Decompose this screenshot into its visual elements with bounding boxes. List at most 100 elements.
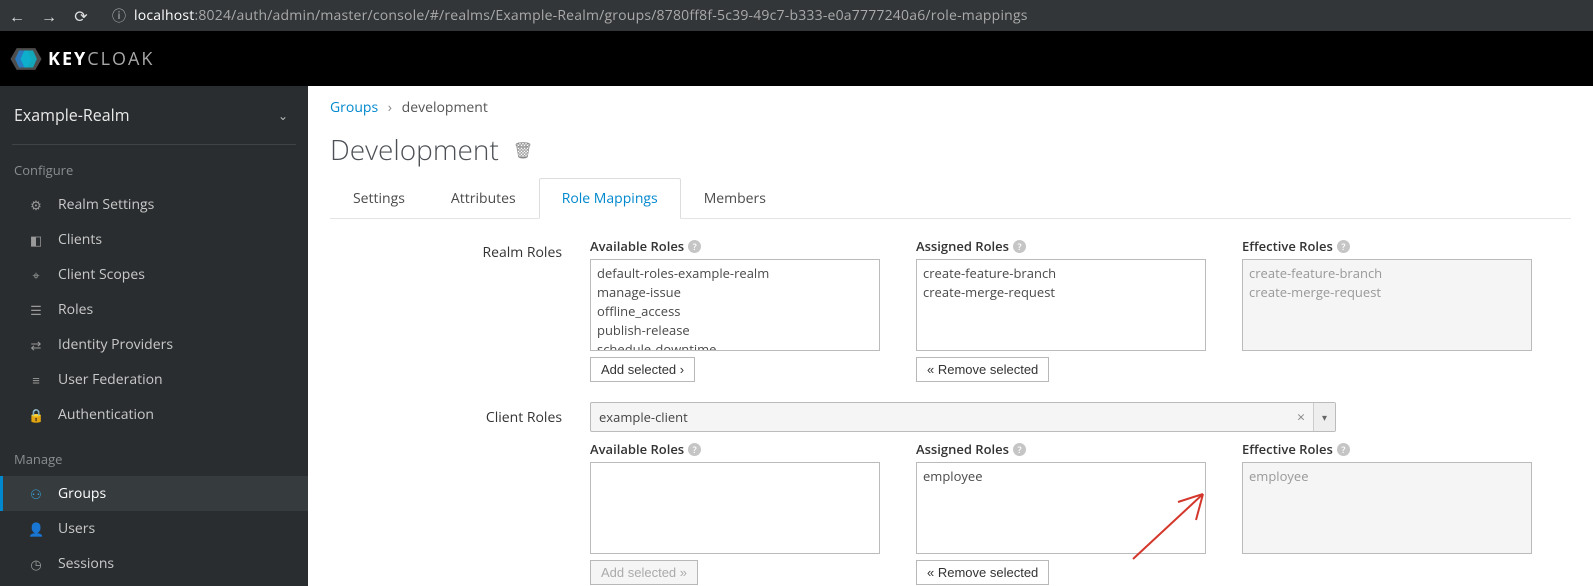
scope-icon: ⌖: [28, 266, 44, 284]
group-icon: ⚇: [28, 485, 44, 503]
sidebar-item-clients[interactable]: ◧Clients: [0, 222, 308, 257]
browser-toolbar: ← → ⟳ ⓘ localhost:8024/auth/admin/master…: [0, 0, 1593, 31]
role-option: employee: [1249, 467, 1525, 486]
back-button[interactable]: ←: [8, 5, 26, 27]
lock-icon: 🔒: [28, 406, 44, 424]
url-host: localhost: [134, 6, 194, 25]
logo[interactable]: KEYCLOAK: [10, 45, 154, 73]
sidebar-item-label: User Federation: [58, 370, 163, 389]
role-option[interactable]: publish-release: [597, 321, 873, 340]
sidebar-item-events[interactable]: 📅Events: [0, 581, 308, 586]
site-info-icon[interactable]: ⓘ: [112, 6, 126, 26]
realm-available-listbox[interactable]: default-roles-example-realmmanage-issueo…: [590, 259, 880, 351]
sidebar: Example-Realm ⌄ Configure ⚙Realm Setting…: [0, 86, 308, 586]
sidebar-item-label: Realm Settings: [58, 195, 154, 214]
database-icon: ≡: [28, 371, 44, 389]
realm-assigned-listbox[interactable]: create-feature-branchcreate-merge-reques…: [916, 259, 1206, 351]
client-effective-block: Effective Roles? employee: [1242, 440, 1532, 585]
sidebar-item-identity-providers[interactable]: ⇄Identity Providers: [0, 327, 308, 362]
realm-selector[interactable]: Example-Realm ⌄: [0, 86, 308, 140]
role-option: create-merge-request: [1249, 283, 1525, 302]
sidebar-item-realm-settings[interactable]: ⚙Realm Settings: [0, 187, 308, 222]
client-assigned-listbox[interactable]: employee: [916, 462, 1206, 554]
sidebar-item-authentication[interactable]: 🔒 Authentication: [0, 397, 308, 432]
breadcrumb-root[interactable]: Groups: [330, 98, 378, 117]
client-available-header: Available Roles?: [590, 440, 880, 458]
tab-attributes[interactable]: Attributes: [428, 178, 539, 219]
app-header: KEYCLOAK: [0, 31, 1593, 86]
tab-role-mappings[interactable]: Role Mappings: [539, 178, 681, 219]
role-option[interactable]: manage-issue: [597, 283, 873, 302]
client-select[interactable]: example-client × ▾: [590, 402, 1336, 432]
breadcrumb: Groups › development: [330, 98, 1571, 117]
sidebar-item-client-scopes[interactable]: ⌖ Client Scopes: [0, 257, 308, 292]
role-option[interactable]: create-feature-branch: [923, 264, 1199, 283]
clock-icon: ◷: [28, 555, 44, 573]
page-title-row: Development 🗑: [330, 131, 1571, 169]
add-selected-client-button[interactable]: Add selected »: [590, 560, 698, 585]
breadcrumb-sep: ›: [388, 98, 392, 117]
remove-selected-client-button[interactable]: « Remove selected: [916, 560, 1049, 585]
client-select-clear-icon[interactable]: ×: [1289, 408, 1313, 427]
tab-members[interactable]: Members: [681, 178, 789, 219]
role-option[interactable]: schedule-downtime: [597, 340, 873, 351]
sidebar-item-label: Authentication: [58, 405, 154, 424]
delete-icon[interactable]: 🗑: [513, 139, 533, 161]
realm-effective-block: Effective Roles? create-feature-branchcr…: [1242, 237, 1532, 382]
tab-settings[interactable]: Settings: [330, 178, 428, 219]
sidebar-item-user-federation[interactable]: ≡ User Federation: [0, 362, 308, 397]
sidebar-item-sessions[interactable]: ◷ Sessions: [0, 546, 308, 581]
keycloak-logo-icon: [10, 45, 42, 73]
remove-selected-realm-button[interactable]: « Remove selected: [916, 357, 1049, 382]
sidebar-item-label: Identity Providers: [58, 335, 173, 354]
sidebar-item-users[interactable]: 👤 Users: [0, 511, 308, 546]
help-icon[interactable]: ?: [688, 443, 701, 456]
help-icon[interactable]: ?: [1013, 240, 1026, 253]
sidebar-item-label: Client Scopes: [58, 265, 145, 284]
main-content: Groups › development Development 🗑 Setti…: [308, 86, 1593, 586]
client-roles-select-row: Client Roles example-client × ▾: [330, 402, 1571, 432]
header-text: Available Roles: [590, 440, 684, 458]
sidebar-item-label: Sessions: [58, 554, 114, 573]
help-icon[interactable]: ?: [1337, 443, 1350, 456]
logo-text-rest: CLOAK: [87, 47, 154, 71]
sidebar-item-label: Groups: [58, 484, 106, 503]
client-select-caret-icon[interactable]: ▾: [1313, 403, 1335, 431]
client-assigned-block: Assigned Roles? employee « Remove select…: [916, 440, 1206, 585]
logo-text-bold: KEY: [48, 47, 87, 71]
breadcrumb-current: development: [402, 98, 488, 117]
client-available-listbox[interactable]: [590, 462, 880, 554]
forward-button[interactable]: →: [40, 5, 58, 27]
header-text: Effective Roles: [1242, 440, 1333, 458]
header-text: Available Roles: [590, 237, 684, 255]
user-icon: 👤: [28, 520, 44, 538]
help-icon[interactable]: ?: [1337, 240, 1350, 253]
realm-assigned-block: Assigned Roles? create-feature-branchcre…: [916, 237, 1206, 382]
role-option[interactable]: create-merge-request: [923, 283, 1199, 302]
add-selected-realm-button[interactable]: Add selected ›: [590, 357, 695, 382]
role-option: create-feature-branch: [1249, 264, 1525, 283]
realm-effective-listbox: create-feature-branchcreate-merge-reques…: [1242, 259, 1532, 351]
help-icon[interactable]: ?: [1013, 443, 1026, 456]
address-bar[interactable]: ⓘ localhost:8024/auth/admin/master/conso…: [112, 6, 1585, 26]
url-path: :8024/auth/admin/master/console/#/realms…: [194, 6, 1027, 25]
role-option[interactable]: default-roles-example-realm: [597, 264, 873, 283]
realm-roles-label: Realm Roles: [330, 237, 590, 262]
header-text: Effective Roles: [1242, 237, 1333, 255]
role-option[interactable]: employee: [923, 467, 1199, 486]
role-option[interactable]: offline_access: [597, 302, 873, 321]
client-assigned-header: Assigned Roles?: [916, 440, 1206, 458]
sidebar-heading-configure: Configure: [0, 155, 308, 187]
help-icon[interactable]: ?: [688, 240, 701, 253]
realm-roles-row: Realm Roles Available Roles? default-rol…: [330, 237, 1571, 382]
reload-button[interactable]: ⟳: [72, 5, 90, 27]
sidebar-divider: [12, 144, 296, 145]
list-icon: ☰: [28, 301, 44, 319]
realm-available-header: Available Roles?: [590, 237, 880, 255]
logo-text: KEYCLOAK: [48, 47, 154, 71]
realm-available-block: Available Roles? default-roles-example-r…: [590, 237, 880, 382]
sidebar-item-label: Users: [58, 519, 95, 538]
header-text: Assigned Roles: [916, 440, 1009, 458]
sidebar-item-groups[interactable]: ⚇ Groups: [0, 476, 308, 511]
sidebar-item-roles[interactable]: ☰Roles: [0, 292, 308, 327]
